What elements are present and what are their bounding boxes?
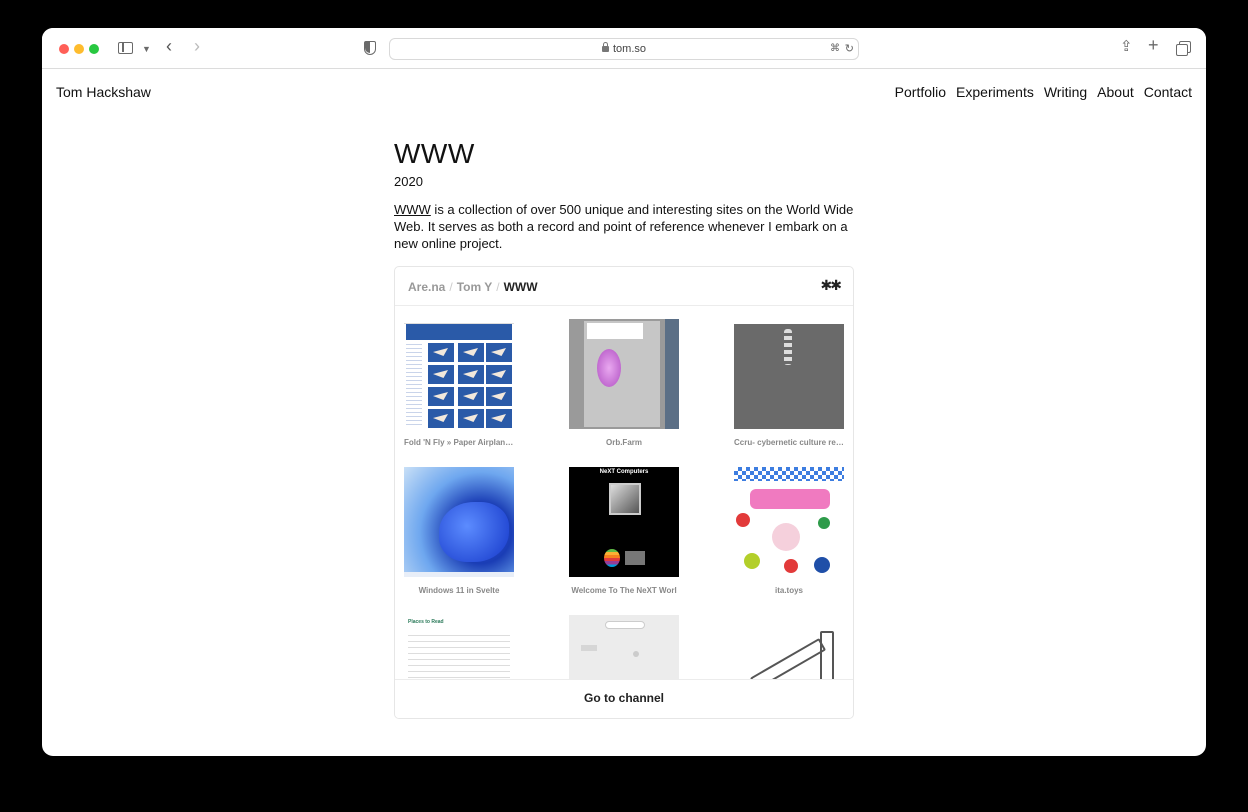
page-description: WWW is a collection of over 500 unique a… — [394, 201, 854, 252]
crumb-user[interactable]: Tom Y — [457, 280, 493, 294]
page-title: WWW — [394, 138, 475, 169]
zoom-window-button[interactable] — [89, 44, 99, 54]
translate-icon[interactable]: ⌘ — [830, 43, 840, 54]
back-icon[interactable]: ‹ — [166, 37, 172, 55]
main-nav: Portfolio Experiments Writing About Cont… — [885, 84, 1192, 100]
item-caption: Ccru- cybernetic culture research unit — [734, 438, 844, 447]
embed-header: Are.na / Tom Y / WWW ✱✱ — [395, 267, 853, 306]
item-caption: ita.toys — [774, 586, 803, 595]
lock-icon — [601, 42, 609, 52]
url-text: tom.so — [612, 43, 646, 55]
browser-window: ▼ ‹ › tom.so ⌘ ↻ ⇪ + Tom Hackshaw Portfo… — [42, 28, 1206, 756]
site-name-link[interactable]: Tom Hackshaw — [56, 84, 151, 100]
forward-icon[interactable]: › — [194, 37, 200, 55]
grid-item[interactable] — [714, 615, 853, 681]
thumbnail-places-to-read: Places to Read — [404, 615, 514, 681]
sheet-thumbnail-header: Places to Read — [408, 619, 444, 625]
minimize-window-button[interactable] — [74, 44, 84, 54]
item-caption: Welcome To The NeXT Worl — [571, 586, 677, 595]
browser-toolbar: ▼ ‹ › tom.so ⌘ ↻ ⇪ + — [42, 28, 1206, 69]
tabs-icon[interactable] — [1176, 41, 1191, 56]
thumbnail-foldnfly — [404, 319, 514, 429]
grid-item[interactable]: Windows 11 in Svelte — [395, 467, 534, 595]
breadcrumb: Are.na / Tom Y / WWW — [408, 280, 538, 294]
thumbnail-ccru — [734, 319, 844, 429]
address-bar[interactable]: tom.so ⌘ ↻ — [389, 38, 859, 60]
url-display: tom.so — [390, 42, 858, 55]
thumbnail-next: NeXT Computers — [569, 467, 679, 577]
item-caption: Windows 11 in Svelte — [418, 586, 500, 595]
www-link[interactable]: WWW — [394, 202, 431, 217]
nav-about[interactable]: About — [1097, 84, 1134, 100]
thumbnail-itatoys — [734, 467, 844, 577]
page-content: WWW 2020 WWW is a collection of over 500… — [394, 138, 854, 252]
thumbnail-track-diagram — [734, 615, 844, 681]
grid-item[interactable]: Fold 'N Fly » Paper Airplane Designs — [395, 319, 534, 447]
nav-writing[interactable]: Writing — [1044, 84, 1087, 100]
crumb-arena[interactable]: Are.na — [408, 280, 445, 294]
nav-experiments[interactable]: Experiments — [956, 84, 1034, 100]
page-year: 2020 — [394, 174, 423, 189]
share-icon[interactable]: ⇪ — [1120, 39, 1133, 54]
nav-portfolio[interactable]: Portfolio — [895, 84, 946, 100]
item-caption: Fold 'N Fly » Paper Airplane Designs — [404, 438, 514, 447]
chevron-down-icon[interactable]: ▼ — [142, 42, 151, 56]
close-window-button[interactable] — [59, 44, 69, 54]
item-caption: Orb.Farm — [605, 438, 642, 447]
thumbnail-windows11 — [404, 467, 514, 577]
thumbnail-orbfarm — [569, 319, 679, 429]
sidebar-icon[interactable] — [118, 42, 133, 54]
go-to-channel-button[interactable]: Go to channel — [395, 679, 853, 718]
plus-icon[interactable]: + — [1148, 36, 1159, 54]
grid-item[interactable]: Ccru- cybernetic culture research unit — [714, 319, 853, 447]
grid-item[interactable]: Places to Read — [395, 615, 534, 681]
arena-embed: Are.na / Tom Y / WWW ✱✱ Fold 'N Fly » Paper … — [394, 266, 854, 719]
grid-item[interactable]: ita.toys — [714, 467, 853, 595]
arena-logo-icon[interactable]: ✱✱ — [821, 277, 843, 294]
description-text: is a collection of over 500 unique and i… — [394, 202, 854, 251]
shield-icon[interactable] — [364, 41, 376, 55]
thumbnail-grey-site — [569, 615, 679, 681]
grid-item[interactable]: NeXT Computers Welcome To The NeXT Worl — [549, 467, 699, 595]
grid-item[interactable] — [549, 615, 699, 681]
grid-item[interactable]: Orb.Farm — [549, 319, 699, 447]
crumb-channel[interactable]: WWW — [504, 280, 538, 294]
block-grid: Fold 'N Fly » Paper Airplane Designs Orb… — [395, 307, 853, 681]
nav-contact[interactable]: Contact — [1144, 84, 1192, 100]
next-thumbnail-header: NeXT Computers — [599, 469, 649, 475]
reload-icon[interactable]: ↻ — [845, 42, 854, 55]
